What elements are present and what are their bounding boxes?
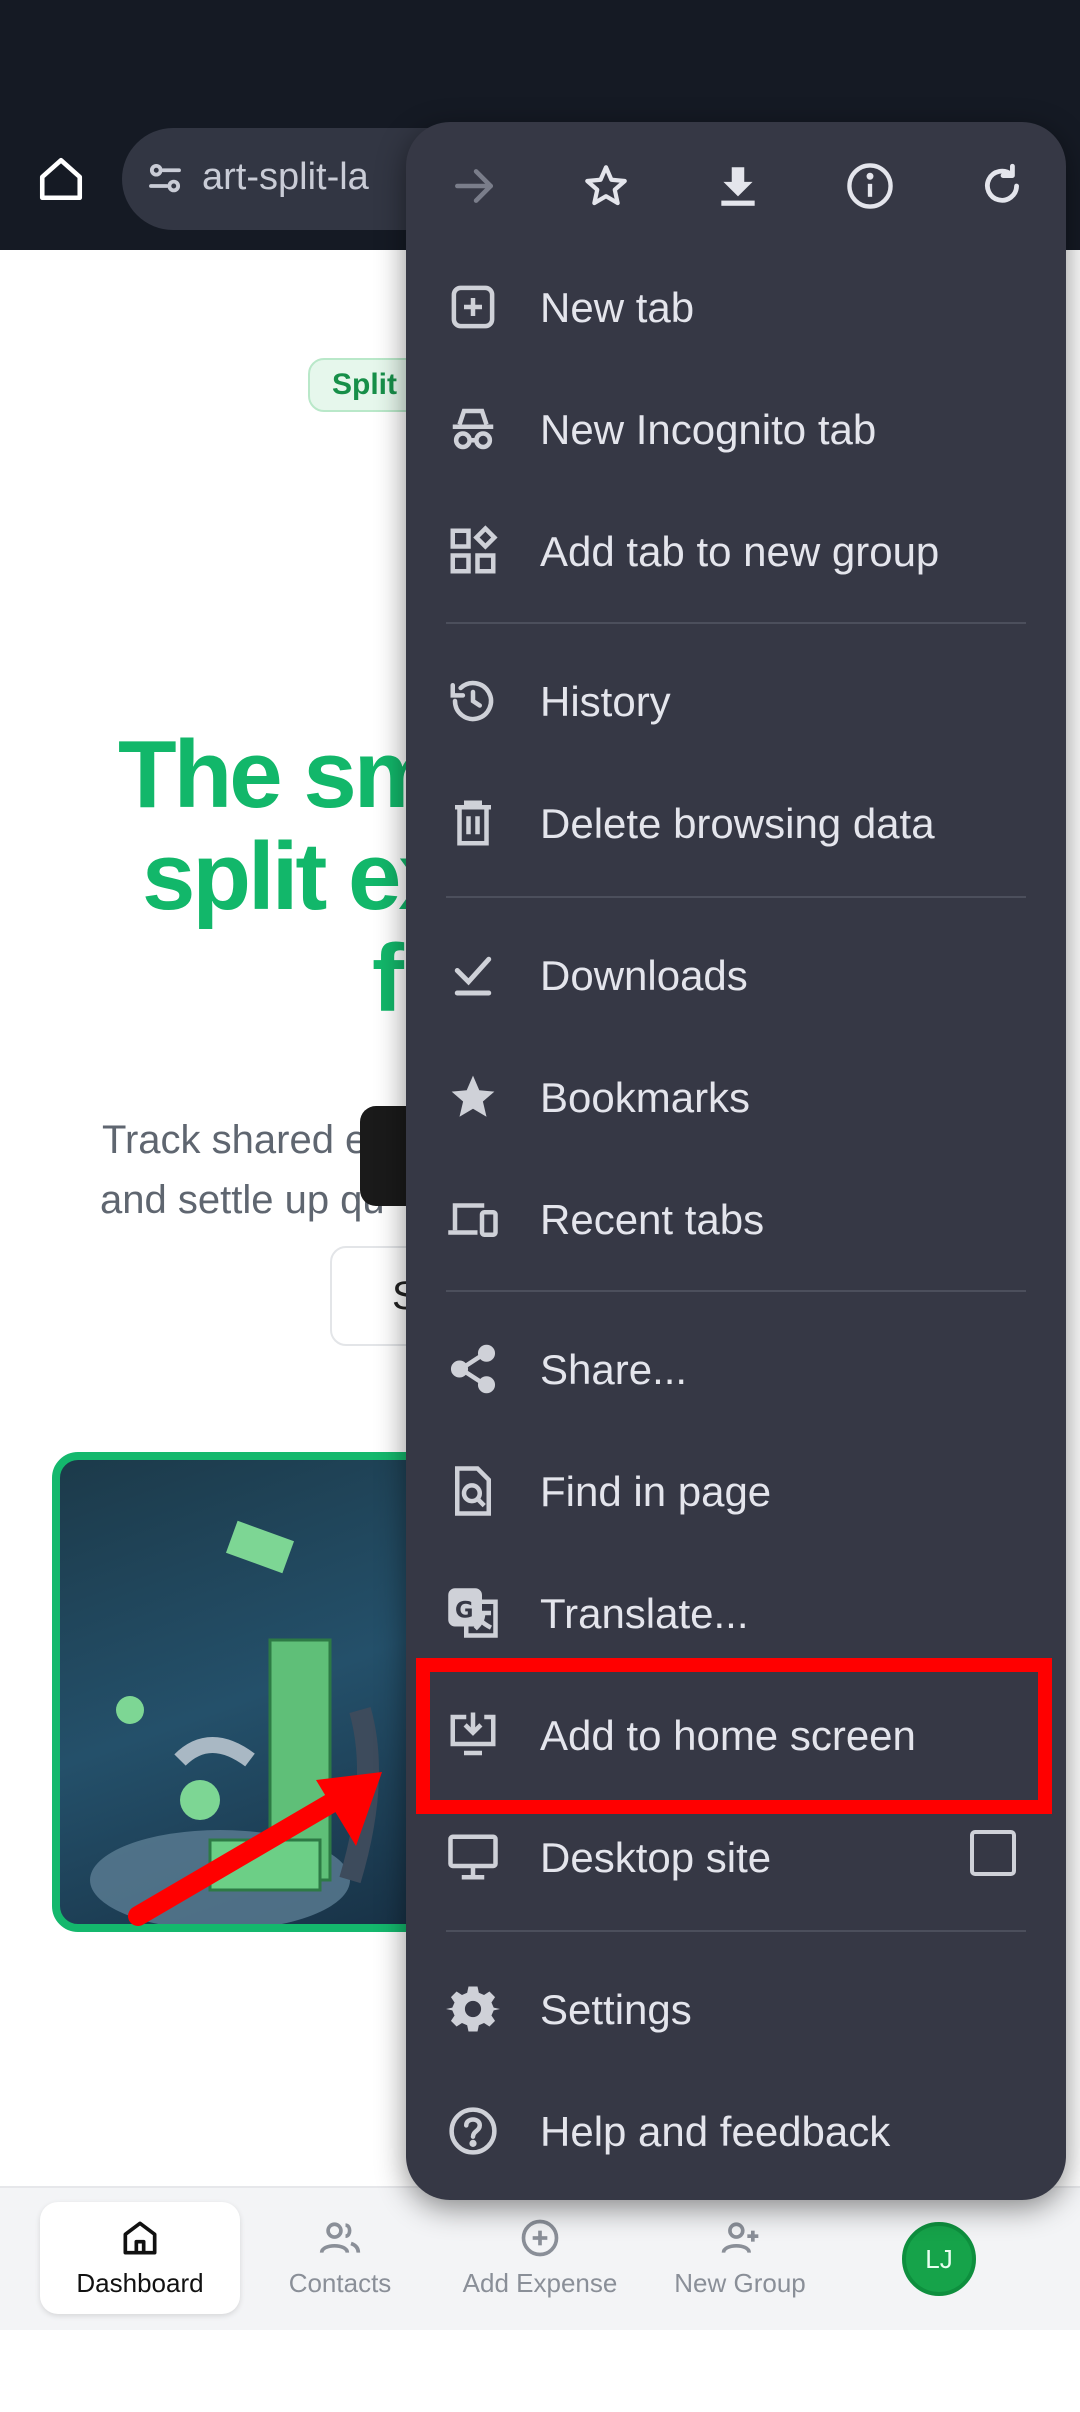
hero-title-line-2: split ex (142, 823, 452, 930)
menu-divider (446, 1930, 1026, 1932)
menu-item-label: Add tab to new group (540, 528, 940, 575)
translate-icon: G (448, 1588, 498, 1638)
download-page-button[interactable] (706, 154, 770, 218)
menu-item-desktop-site[interactable]: Desktop site (406, 1796, 1066, 1918)
url-text: art-split-la (202, 156, 369, 198)
download-icon (721, 167, 755, 206)
highlight-box (416, 1658, 1052, 1814)
plus-circle-icon (521, 2219, 559, 2257)
hero-subtitle-line-1: Track shared ex (102, 1118, 388, 1162)
menu-item-settings[interactable]: Settings (406, 1948, 1066, 2070)
help-icon (449, 2107, 497, 2155)
menu-item-label: Help and feedback (540, 2108, 891, 2155)
svg-text:G: G (455, 1598, 473, 1624)
menu-item-translate[interactable]: G Translate... (406, 1552, 1066, 1674)
user-plus-icon (721, 2222, 759, 2254)
nav-new-group[interactable]: New Group (640, 2202, 840, 2314)
bookmark-page-button[interactable] (574, 154, 638, 218)
history-icon (450, 680, 494, 722)
star-filled-icon (451, 1075, 495, 1117)
incognito-icon (452, 408, 494, 450)
hero-title-line-1: The sm (118, 721, 439, 828)
menu-item-bookmarks[interactable]: Bookmarks (406, 1036, 1066, 1158)
star-outline-icon (585, 165, 627, 206)
home-outline-icon (123, 2221, 157, 2255)
gear-icon (446, 1986, 500, 2032)
menu-item-label: Desktop site (540, 1834, 772, 1881)
nav-new-group-label: New Group (674, 2268, 806, 2298)
add-box-icon (451, 285, 495, 329)
nav-dashboard-label: Dashboard (76, 2268, 204, 2298)
menu-item-label: Recent tabs (540, 1196, 765, 1243)
nav-add-expense-label: Add Expense (462, 2268, 618, 2298)
menu-item-find-in-page[interactable]: Find in page (406, 1430, 1066, 1552)
menu-item-label: Settings (540, 1986, 692, 2033)
tune-icon[interactable] (144, 158, 186, 200)
menu-item-label: Bookmarks (540, 1074, 751, 1121)
find-in-page-icon (455, 1466, 491, 1516)
reload-icon (985, 163, 1019, 203)
nav-contacts-label: Contacts (288, 2268, 392, 2298)
menu-item-label: Downloads (540, 952, 748, 999)
menu-item-label: New tab (540, 284, 695, 331)
nav-dashboard[interactable]: Dashboard (40, 2202, 240, 2314)
menu-item-label: New Incognito tab (540, 406, 877, 453)
menu-toolbar (406, 122, 1066, 246)
menu-item-label: Translate... (540, 1590, 749, 1637)
tab-group-icon (450, 525, 498, 574)
downloads-check-icon (454, 956, 492, 996)
hero-subtitle-line-2: and settle up qu (100, 1178, 385, 1222)
user-avatar[interactable]: LJ (902, 2222, 976, 2296)
menu-item-label: Share... (540, 1346, 688, 1393)
menu-divider (446, 896, 1026, 898)
menu-divider (446, 1290, 1026, 1292)
home-icon (39, 157, 83, 201)
menu-item-delete-browsing-data[interactable]: Delete browsing data (406, 762, 1066, 884)
nav-add-expense[interactable]: Add Expense (440, 2202, 640, 2314)
users-icon (319, 2222, 361, 2254)
annotation-arrow-icon (128, 1772, 382, 1926)
forward-arrow-icon (455, 169, 493, 203)
menu-item-recent-tabs[interactable]: Recent tabs (406, 1158, 1066, 1280)
menu-item-new-incognito-tab[interactable]: New Incognito tab (406, 368, 1066, 490)
menu-item-label: History (540, 678, 671, 725)
info-icon (847, 163, 893, 209)
trash-icon (455, 800, 491, 846)
menu-item-label: Delete browsing data (540, 800, 935, 847)
share-icon (450, 1344, 496, 1394)
menu-item-label: Find in page (540, 1468, 772, 1515)
browser-overflow-menu: New tab New Incognito tab Add tab to new… (406, 122, 1066, 2200)
menu-divider (446, 622, 1026, 624)
menu-item-share[interactable]: Share... (406, 1308, 1066, 1430)
menu-item-add-tab-to-group[interactable]: Add tab to new group (406, 490, 1066, 612)
menu-item-history[interactable]: History (406, 640, 1066, 762)
home-button[interactable] (30, 148, 92, 210)
hero-title-line-3: f (372, 925, 404, 1032)
page-info-button[interactable] (838, 154, 902, 218)
forward-button[interactable] (442, 154, 506, 218)
devices-icon (448, 1203, 498, 1237)
reload-button[interactable] (970, 154, 1034, 218)
nav-contacts[interactable]: Contacts (240, 2202, 440, 2314)
menu-item-downloads[interactable]: Downloads (406, 914, 1066, 1036)
desktop-icon (448, 1834, 498, 1880)
menu-item-new-tab[interactable]: New tab (406, 246, 1066, 368)
menu-item-help-and-feedback[interactable]: Help and feedback (406, 2070, 1066, 2192)
desktop-site-checkbox[interactable] (970, 1830, 1016, 1876)
